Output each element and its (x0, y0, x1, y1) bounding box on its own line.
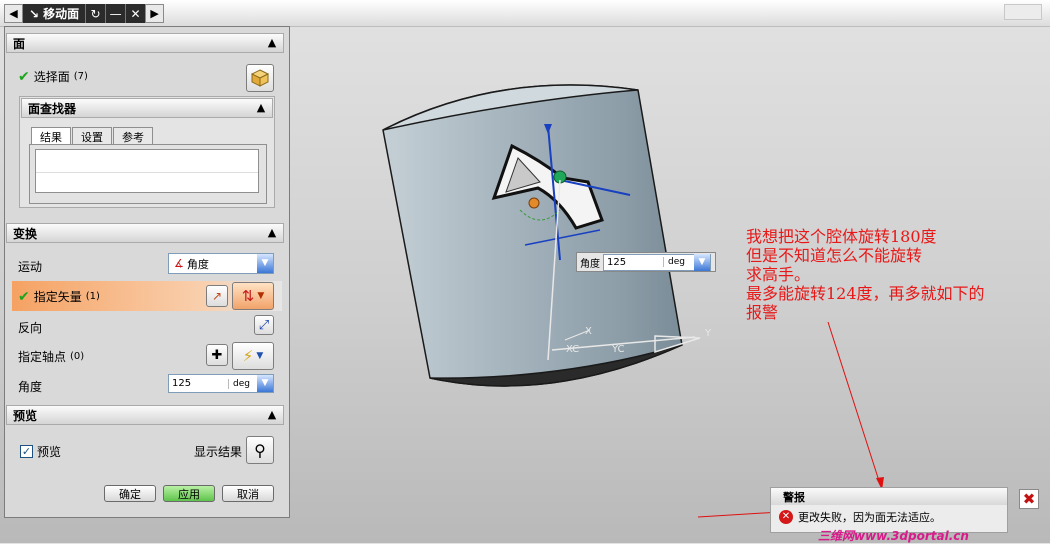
apply-button[interactable]: 应用 (163, 485, 215, 502)
select-face-button[interactable] (246, 64, 274, 92)
chevron-down-icon[interactable]: ▼ (694, 253, 710, 271)
face-finder-title: 面查找器 (28, 101, 77, 116)
results-tab-body (29, 144, 267, 204)
magnifier-icon: ⚲ (254, 440, 266, 460)
error-icon: ✕ (779, 510, 793, 524)
chevron-down-icon[interactable]: ▼ (256, 351, 263, 361)
close-icon[interactable]: ✕ (125, 4, 146, 23)
axis-label-xc: XC (566, 344, 579, 355)
reverse-direction-icon: ⤢ (258, 317, 270, 333)
chevron-down-icon[interactable]: ▼ (257, 291, 264, 301)
chevron-down-icon[interactable]: ▼ (257, 375, 273, 392)
checkmark-icon: ✔ (18, 68, 30, 85)
user-annotation: 我想把这个腔体旋转180度 但是不知道怎么不能旋转 求高手。 最多能旋转124度… (746, 227, 985, 322)
axis-label-yc: YC (611, 344, 625, 355)
vector-dialog-button[interactable]: ↗ (206, 285, 228, 307)
tab-reference[interactable]: 参考 (113, 127, 153, 145)
specify-pivot-row[interactable]: 指定轴点 (0) (18, 348, 84, 365)
alert-title: 警报 (771, 488, 1007, 505)
alert-message: 更改失败，因为面无法适应。 (798, 511, 941, 524)
tab-settings[interactable]: 设置 (72, 127, 112, 145)
watermark: 三维网www.3dportal.cn (818, 529, 969, 543)
show-result-label: 显示结果 (194, 445, 243, 459)
alert-close-button[interactable]: ✖ (1019, 489, 1039, 509)
floating-angle-value[interactable]: 125 (604, 257, 663, 268)
section-preview-header[interactable]: 预览 ▲ (6, 405, 284, 425)
axis-label-y: Y (704, 328, 712, 339)
cylinder-body (382, 84, 683, 387)
specify-vector-count: (1) (85, 291, 100, 302)
reverse-direction-button[interactable]: ⤢ (254, 315, 274, 335)
section-transform-header[interactable]: 变换 ▲ (6, 223, 284, 243)
specify-vector-label: 指定矢量 (33, 290, 82, 304)
collapse-up-icon[interactable]: ▲ (265, 36, 279, 50)
dialog-titlebar: ◀ ↘ 移动面 ↻ — ✕ ▶ (4, 4, 165, 23)
motion-select[interactable]: ∡ 角度 ▼ (168, 253, 274, 274)
top-toolbar: ◀ ↘ 移动面 ↻ — ✕ ▶ (0, 0, 1050, 27)
face-finder-tabs: 结果 设置 参考 (31, 127, 154, 145)
expand-right-button[interactable]: ▶ (145, 4, 165, 23)
reset-icon[interactable]: ↻ (85, 4, 106, 23)
angle-label: 角度 (18, 380, 43, 394)
angle-input[interactable]: 125 deg ▼ (168, 374, 274, 393)
specify-vector-row[interactable]: ✔ 指定矢量 (1) (18, 288, 100, 305)
axis-label-x: X (585, 326, 592, 337)
specify-pivot-count: (0) (70, 351, 85, 362)
point-constructor-icon: ✚ (211, 347, 223, 363)
specify-pivot-label: 指定轴点 (18, 350, 67, 364)
angle-unit[interactable]: deg (228, 378, 257, 389)
vector-constructor-icon: ↗ (211, 289, 223, 303)
collapse-up-icon[interactable]: ▲ (265, 226, 279, 240)
minimize-icon[interactable]: — (105, 4, 126, 23)
vector-type-select[interactable]: ⇅ ▼ (232, 282, 274, 310)
select-face-row[interactable]: ✔ 选择面 (7) (18, 68, 88, 85)
collapse-up-icon[interactable]: ▲ (254, 101, 268, 115)
dialog-title-text: 移动面 (43, 7, 80, 21)
cube-icon (250, 69, 270, 87)
reverse-label: 反向 (18, 321, 43, 335)
show-result-button[interactable]: ⚲ (246, 436, 274, 464)
section-face-header[interactable]: 面 ▲ (6, 33, 284, 53)
section-transform-title: 变换 (13, 226, 38, 241)
section-preview-title: 预览 (13, 408, 38, 423)
face-finder-header[interactable]: 面查找器 ▲ (21, 98, 273, 118)
preview-checkbox[interactable]: ✓ (20, 445, 33, 458)
floating-angle-unit[interactable]: deg (663, 257, 694, 267)
alert-body: ✕ 更改失败，因为面无法适应。 (779, 509, 941, 525)
collapse-up-icon[interactable]: ▲ (265, 408, 279, 422)
motion-select-value: 角度 (186, 257, 209, 271)
dialog-title: ↘ 移动面 (23, 4, 86, 23)
cancel-button[interactable]: 取消 (222, 485, 274, 502)
point-dialog-button[interactable]: ✚ (206, 344, 228, 366)
pointer-icon: ↘ (29, 6, 40, 21)
floating-angle-field[interactable]: 125 deg ▼ (603, 253, 711, 271)
checkmark-icon: ✔ (18, 288, 30, 305)
inferred-point-icon: ⚡ (242, 347, 254, 365)
ok-button[interactable]: 确定 (104, 485, 156, 502)
section-face-title: 面 (13, 36, 26, 51)
preview-checkbox-row[interactable]: ✓ 预览 (20, 443, 61, 460)
angle-value[interactable]: 125 (169, 378, 228, 389)
collapse-left-button[interactable]: ◀ (4, 4, 23, 23)
face-finder-group: 面查找器 ▲ 结果 设置 参考 (19, 96, 275, 208)
chevron-down-icon[interactable]: ▼ (257, 254, 273, 273)
toolbar-grip[interactable] (1004, 4, 1042, 20)
tab-results[interactable]: 结果 (31, 127, 71, 145)
close-icon: ✖ (1022, 490, 1036, 508)
results-list[interactable] (35, 149, 259, 193)
inferred-vector-icon: ⇅ (241, 287, 255, 305)
select-face-label: 选择面 (33, 70, 70, 84)
floating-angle-label: 角度 (580, 258, 600, 270)
floating-angle-input[interactable]: 角度 125 deg ▼ (576, 252, 716, 272)
select-face-count: (7) (73, 71, 88, 82)
point-type-select[interactable]: ⚡ ▼ (232, 342, 274, 370)
motion-label: 运动 (18, 260, 43, 274)
preview-checkbox-label: 预览 (37, 445, 62, 459)
angle-motion-icon: ∡ (174, 257, 184, 270)
